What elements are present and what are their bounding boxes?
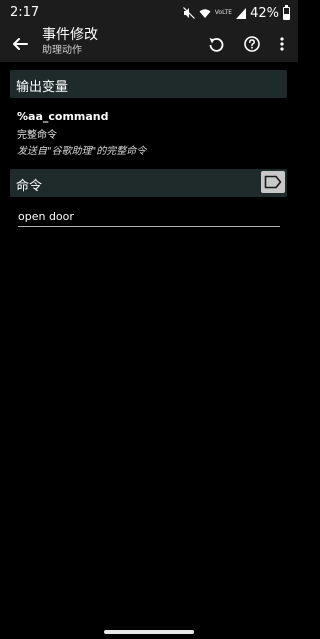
- arrow-left-icon: [13, 38, 28, 50]
- command-input[interactable]: [18, 206, 280, 227]
- page-subtitle: 助理动作: [42, 45, 82, 56]
- mute-icon: [182, 7, 195, 19]
- undo-icon: [209, 37, 224, 52]
- command-header: 命令: [10, 169, 287, 197]
- help-circle-icon: [244, 36, 260, 52]
- output-variables-label: 输出变量: [16, 80, 69, 95]
- more-vert-icon: [280, 37, 284, 51]
- page-title: 事件修改: [42, 27, 98, 43]
- signal-icon: [236, 7, 247, 19]
- battery-percentage: 42%: [250, 5, 279, 21]
- variable-description: 发送自"谷歌助理"的完整命令: [17, 146, 147, 157]
- variable-tag-button[interactable]: [261, 171, 285, 193]
- status-icons: VoLTE 42%: [182, 4, 290, 22]
- app-bar: 事件修改 助理动作: [0, 26, 298, 62]
- output-variables-header: 输出变量: [10, 70, 287, 98]
- tag-icon: [264, 175, 282, 189]
- wifi-icon: [199, 8, 211, 19]
- undo-button[interactable]: [204, 32, 228, 56]
- status-time: 2:17: [10, 5, 40, 20]
- variable-name: %aa_command: [17, 110, 109, 123]
- variable-label: 完整命令: [17, 130, 57, 141]
- home-indicator[interactable]: [104, 630, 194, 634]
- help-button[interactable]: [240, 32, 264, 56]
- battery-icon: [283, 4, 290, 20]
- back-button[interactable]: [8, 32, 32, 56]
- command-label: 命令: [16, 179, 43, 194]
- battery-fill: [284, 13, 289, 19]
- volte-icon: VoLTE: [214, 9, 233, 16]
- status-bar: 2:17 VoLTE 42%: [0, 0, 298, 26]
- more-options-button[interactable]: [270, 32, 294, 56]
